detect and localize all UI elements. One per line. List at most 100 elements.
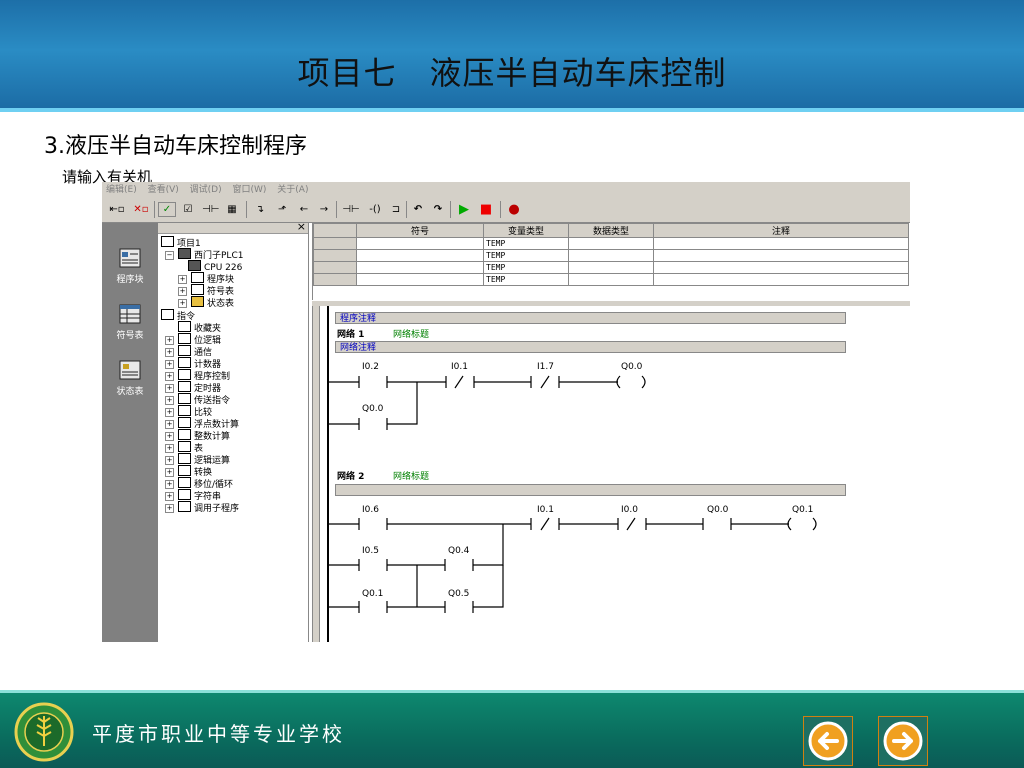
next-slide-button[interactable] <box>878 716 928 766</box>
nav-program-block[interactable]: 程序块 <box>102 247 158 285</box>
school-name: 平度市职业中等专业学校 <box>92 722 345 746</box>
folder-icon <box>191 272 204 283</box>
previous-slide-button[interactable] <box>803 716 853 766</box>
folder-icon <box>178 465 191 476</box>
box-icon[interactable]: ⊐ <box>388 201 404 218</box>
ladder-diagram <box>329 375 817 613</box>
tree-item[interactable]: + 通信 <box>165 345 212 358</box>
tree-item[interactable]: + 程序块 <box>178 272 234 285</box>
menu-view[interactable]: 查看(V) <box>148 182 179 198</box>
variable-table: 符号 变量类型 数据类型 注释 TEMP TEMP TEMP TEMP <box>312 223 910 300</box>
run-icon[interactable]: ▶ <box>456 201 472 218</box>
table-row[interactable]: TEMP <box>313 261 909 274</box>
folder-icon <box>178 429 191 440</box>
section-heading: 3.液压半自动车床控制程序 <box>44 134 307 159</box>
network-icon[interactable]: ⊣⊢ <box>202 201 219 218</box>
coil-icon[interactable]: -() <box>364 201 386 218</box>
stop-icon[interactable]: ■ <box>478 201 494 218</box>
plc-software-screenshot: 编辑(E) 查看(V) 调试(D) 窗口(W) 关于(A) ⇤▫ ✕▫ ✓ ☑ … <box>102 182 910 642</box>
folder-icon <box>191 284 204 295</box>
nav-label: 程序块 <box>116 275 144 285</box>
arrow-left-icon <box>808 721 848 761</box>
column-header: 注释 <box>653 223 909 238</box>
tree-item[interactable]: + 计数器 <box>165 357 221 370</box>
row-header-cell <box>313 223 357 238</box>
compile-all-icon[interactable]: ☑ <box>180 201 196 218</box>
tree-item[interactable]: + 浮点数计算 <box>165 417 239 430</box>
column-header: 变量类型 <box>483 223 569 238</box>
tree-item[interactable]: + 转换 <box>165 465 212 478</box>
tree-item[interactable]: 收藏夹 <box>178 321 221 334</box>
tree-item[interactable]: + 字符串 <box>165 489 221 502</box>
arrow-right-icon <box>883 721 923 761</box>
folder-icon <box>178 381 191 392</box>
tree-header: × <box>158 220 308 234</box>
folder-icon <box>178 333 191 344</box>
column-header: 符号 <box>356 223 484 238</box>
tree-item[interactable]: + 符号表 <box>178 284 234 297</box>
tree-item[interactable]: CPU 226 <box>188 260 242 273</box>
download-icon[interactable]: ✕▫ <box>132 201 150 218</box>
table-row[interactable]: TEMP <box>313 237 909 250</box>
close-icon[interactable]: × <box>297 220 306 233</box>
folder-icon <box>178 369 191 380</box>
folder-icon <box>178 357 191 368</box>
folder-icon <box>178 477 191 488</box>
favorites-icon <box>178 321 191 332</box>
menu-edit[interactable]: 编辑(E) <box>106 182 137 198</box>
tree-item[interactable]: 指令 <box>161 309 195 322</box>
folder-icon <box>178 393 191 404</box>
tree-item[interactable]: − 西门子PLC1 <box>165 248 243 261</box>
folder-icon <box>178 417 191 428</box>
table-row[interactable]: TEMP <box>313 249 909 262</box>
contact-icon[interactable]: ⊣⊢ <box>340 201 362 218</box>
menu-debug[interactable]: 调试(D) <box>190 182 222 198</box>
menu-about[interactable]: 关于(A) <box>277 182 308 198</box>
line-up-icon[interactable]: ⬏ <box>274 201 290 218</box>
nav-label: 符号表 <box>116 331 144 341</box>
tree-item[interactable]: + 状态表 <box>178 296 234 309</box>
menu-window[interactable]: 窗口(W) <box>232 182 266 198</box>
tree-item[interactable]: + 程序控制 <box>165 369 230 382</box>
menu-bar: 编辑(E) 查看(V) 调试(D) 窗口(W) 关于(A) <box>102 182 910 198</box>
symbol-table-icon <box>119 304 141 324</box>
tree-item[interactable]: + 移位/循环 <box>165 477 233 490</box>
undo-icon[interactable]: ↶ <box>410 201 426 218</box>
nav-symbol-table[interactable]: 符号表 <box>102 303 158 341</box>
column-header: 数据类型 <box>568 223 654 238</box>
folder-icon <box>178 441 191 452</box>
line-left-icon[interactable]: ← <box>296 201 312 218</box>
cpu-icon <box>188 260 201 271</box>
tree-item[interactable]: + 比较 <box>165 405 212 418</box>
slide-title: 项目七 液压半自动车床控制 <box>297 54 727 92</box>
folder-icon <box>178 501 191 512</box>
ladder-editor: 程序注释 网络 1 网络标题 网络注释 I0.2 I0.1 I1.7 Q0.0 … <box>312 306 910 642</box>
compile-icon[interactable]: ✓ <box>158 202 176 217</box>
tree-item[interactable]: 项目1 <box>161 236 201 249</box>
table-row[interactable]: TEMP <box>313 273 909 286</box>
school-logo-icon <box>14 702 74 762</box>
line-right-icon[interactable]: → <box>316 201 332 218</box>
folder-icon <box>191 296 204 307</box>
line-down-icon[interactable]: ↴ <box>252 201 268 218</box>
tree-item[interactable]: + 传送指令 <box>165 393 230 406</box>
status-table-icon <box>119 360 141 380</box>
record-icon[interactable]: ● <box>506 201 522 218</box>
navigation-bar: 程序块 符号表 状态表 <box>102 223 158 642</box>
upload-icon[interactable]: ⇤▫ <box>108 201 126 218</box>
table-icon[interactable]: ▦ <box>224 201 240 218</box>
redo-icon[interactable]: ↷ <box>430 201 446 218</box>
instruction-tree: × 项目1 − 西门子PLC1 CPU 226 + 程序块 + 符号表 + 状态表 指令… <box>158 220 309 642</box>
tree-item[interactable]: + 调用子程序 <box>165 501 239 514</box>
project-icon <box>161 236 174 247</box>
tree-item[interactable]: + 整数计算 <box>165 429 230 442</box>
tree-item[interactable]: + 位逻辑 <box>165 333 221 346</box>
program-block-icon <box>119 248 141 268</box>
tree-item[interactable]: + 定时器 <box>165 381 221 394</box>
nav-status-table[interactable]: 状态表 <box>102 359 158 397</box>
tree-item[interactable]: + 表 <box>165 441 203 454</box>
nav-label: 状态表 <box>116 387 144 397</box>
folder-icon <box>178 453 191 464</box>
tree-item[interactable]: + 逻辑运算 <box>165 453 230 466</box>
plc-icon <box>178 248 191 259</box>
